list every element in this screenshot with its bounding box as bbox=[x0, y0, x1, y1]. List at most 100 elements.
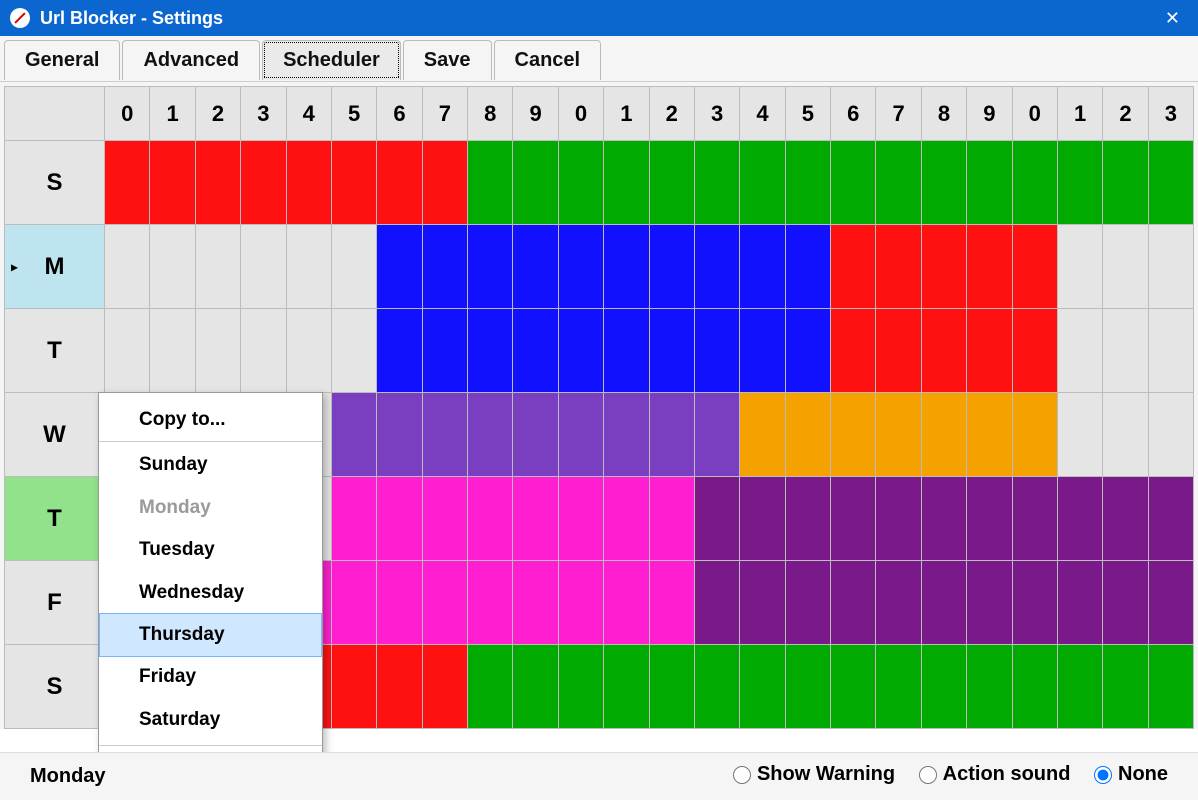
cell-wed-21[interactable] bbox=[1057, 393, 1102, 477]
cell-sat-6[interactable] bbox=[377, 645, 422, 729]
menu-sunday[interactable]: Sunday bbox=[99, 444, 322, 486]
cell-thu-13[interactable] bbox=[694, 477, 739, 561]
cell-sat-15[interactable] bbox=[785, 645, 830, 729]
tab-save[interactable]: Save bbox=[403, 40, 492, 80]
cell-sun-12[interactable] bbox=[649, 141, 694, 225]
cell-sun-17[interactable] bbox=[876, 141, 921, 225]
cell-thu-8[interactable] bbox=[468, 477, 513, 561]
radio-none[interactable]: None bbox=[1094, 763, 1168, 786]
day-header-sat[interactable]: S bbox=[5, 645, 105, 729]
cell-tue-9[interactable] bbox=[513, 309, 558, 393]
cell-mon-23[interactable] bbox=[1148, 225, 1193, 309]
hour-header-13[interactable]: 3 bbox=[694, 87, 739, 141]
cell-sat-13[interactable] bbox=[694, 645, 739, 729]
cell-sat-23[interactable] bbox=[1148, 645, 1193, 729]
cell-sun-16[interactable] bbox=[831, 141, 876, 225]
cell-tue-7[interactable] bbox=[422, 309, 467, 393]
cell-tue-23[interactable] bbox=[1148, 309, 1193, 393]
cell-fri-11[interactable] bbox=[604, 561, 649, 645]
cell-thu-16[interactable] bbox=[831, 477, 876, 561]
cell-sat-19[interactable] bbox=[967, 645, 1012, 729]
hour-header-9[interactable]: 9 bbox=[513, 87, 558, 141]
cell-wed-15[interactable] bbox=[785, 393, 830, 477]
cell-mon-11[interactable] bbox=[604, 225, 649, 309]
hour-header-23[interactable]: 3 bbox=[1148, 87, 1193, 141]
cell-thu-15[interactable] bbox=[785, 477, 830, 561]
cell-thu-6[interactable] bbox=[377, 477, 422, 561]
cell-tue-5[interactable] bbox=[331, 309, 376, 393]
menu-copy-to[interactable]: Copy to... bbox=[99, 399, 322, 442]
cell-tue-18[interactable] bbox=[921, 309, 966, 393]
cell-fri-5[interactable] bbox=[331, 561, 376, 645]
cell-thu-11[interactable] bbox=[604, 477, 649, 561]
cell-sat-9[interactable] bbox=[513, 645, 558, 729]
cell-sun-15[interactable] bbox=[785, 141, 830, 225]
cell-tue-6[interactable] bbox=[377, 309, 422, 393]
cell-mon-12[interactable] bbox=[649, 225, 694, 309]
cell-tue-2[interactable] bbox=[195, 309, 240, 393]
day-header-fri[interactable]: F bbox=[5, 561, 105, 645]
cell-mon-13[interactable] bbox=[694, 225, 739, 309]
cell-tue-10[interactable] bbox=[558, 309, 603, 393]
hour-header-19[interactable]: 9 bbox=[967, 87, 1012, 141]
cell-mon-20[interactable] bbox=[1012, 225, 1057, 309]
cell-thu-22[interactable] bbox=[1103, 477, 1148, 561]
cell-sun-3[interactable] bbox=[241, 141, 286, 225]
cell-mon-16[interactable] bbox=[831, 225, 876, 309]
cell-wed-20[interactable] bbox=[1012, 393, 1057, 477]
hour-header-11[interactable]: 1 bbox=[604, 87, 649, 141]
cell-sat-7[interactable] bbox=[422, 645, 467, 729]
cell-sun-14[interactable] bbox=[740, 141, 785, 225]
cell-thu-10[interactable] bbox=[558, 477, 603, 561]
hour-header-15[interactable]: 5 bbox=[785, 87, 830, 141]
cell-fri-21[interactable] bbox=[1057, 561, 1102, 645]
cell-sun-8[interactable] bbox=[468, 141, 513, 225]
cell-sun-9[interactable] bbox=[513, 141, 558, 225]
cell-wed-16[interactable] bbox=[831, 393, 876, 477]
cell-tue-11[interactable] bbox=[604, 309, 649, 393]
cell-tue-1[interactable] bbox=[150, 309, 195, 393]
cell-tue-20[interactable] bbox=[1012, 309, 1057, 393]
hour-header-10[interactable]: 0 bbox=[558, 87, 603, 141]
cell-sat-18[interactable] bbox=[921, 645, 966, 729]
tab-cancel[interactable]: Cancel bbox=[494, 40, 602, 80]
cell-sat-12[interactable] bbox=[649, 645, 694, 729]
tab-general[interactable]: General bbox=[4, 40, 120, 80]
cell-mon-3[interactable] bbox=[241, 225, 286, 309]
cell-mon-4[interactable] bbox=[286, 225, 331, 309]
cell-sun-6[interactable] bbox=[377, 141, 422, 225]
cell-thu-14[interactable] bbox=[740, 477, 785, 561]
cell-mon-7[interactable] bbox=[422, 225, 467, 309]
cell-tue-14[interactable] bbox=[740, 309, 785, 393]
cell-mon-17[interactable] bbox=[876, 225, 921, 309]
cell-mon-15[interactable] bbox=[785, 225, 830, 309]
cell-fri-6[interactable] bbox=[377, 561, 422, 645]
cell-wed-17[interactable] bbox=[876, 393, 921, 477]
cell-thu-23[interactable] bbox=[1148, 477, 1193, 561]
cell-sun-21[interactable] bbox=[1057, 141, 1102, 225]
hour-header-1[interactable]: 1 bbox=[150, 87, 195, 141]
cell-sat-11[interactable] bbox=[604, 645, 649, 729]
cell-sun-2[interactable] bbox=[195, 141, 240, 225]
cell-sat-20[interactable] bbox=[1012, 645, 1057, 729]
cell-fri-9[interactable] bbox=[513, 561, 558, 645]
cell-sat-8[interactable] bbox=[468, 645, 513, 729]
cell-fri-14[interactable] bbox=[740, 561, 785, 645]
cell-wed-19[interactable] bbox=[967, 393, 1012, 477]
cell-sat-22[interactable] bbox=[1103, 645, 1148, 729]
cell-fri-23[interactable] bbox=[1148, 561, 1193, 645]
cell-wed-22[interactable] bbox=[1103, 393, 1148, 477]
cell-thu-5[interactable] bbox=[331, 477, 376, 561]
cell-thu-7[interactable] bbox=[422, 477, 467, 561]
cell-wed-6[interactable] bbox=[377, 393, 422, 477]
cell-fri-19[interactable] bbox=[967, 561, 1012, 645]
radio-show-warning[interactable]: Show Warning bbox=[733, 763, 895, 786]
cell-sun-22[interactable] bbox=[1103, 141, 1148, 225]
cell-sat-14[interactable] bbox=[740, 645, 785, 729]
day-header-tue[interactable]: T bbox=[5, 309, 105, 393]
cell-sun-13[interactable] bbox=[694, 141, 739, 225]
cell-thu-18[interactable] bbox=[921, 477, 966, 561]
cell-fri-12[interactable] bbox=[649, 561, 694, 645]
hour-header-17[interactable]: 7 bbox=[876, 87, 921, 141]
cell-thu-21[interactable] bbox=[1057, 477, 1102, 561]
